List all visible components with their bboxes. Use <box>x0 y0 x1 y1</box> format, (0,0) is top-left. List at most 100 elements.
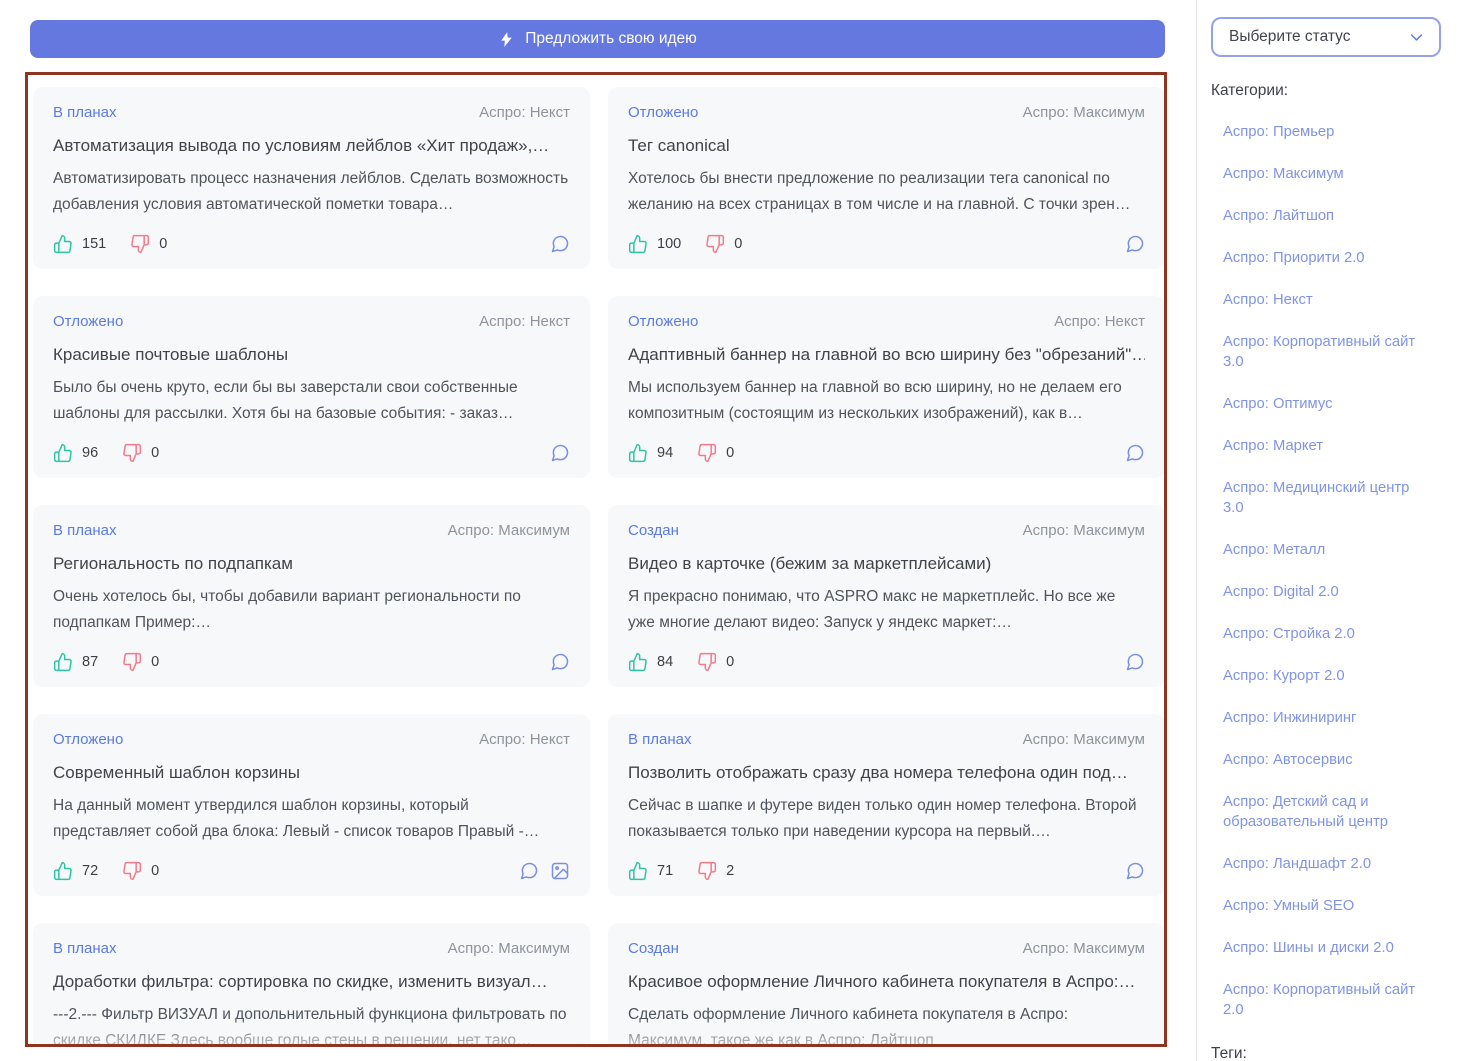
like-count: 72 <box>82 863 99 879</box>
idea-description: Сделать оформление Личного кабинета поку… <box>628 1006 1069 1047</box>
idea-status-link[interactable]: Отложено <box>628 313 698 330</box>
category-link[interactable]: Аспро: Медицинский центр 3.0 <box>1223 478 1423 518</box>
idea-card[interactable]: Отложено Аспро: Некст Красивые почтовые … <box>33 296 590 478</box>
status-filter-select[interactable]: Выберите статус <box>1211 17 1441 57</box>
idea-card[interactable]: В планах Аспро: Максимум Доработки фильт… <box>33 923 590 1047</box>
thumbs-up-icon <box>628 861 648 881</box>
category-link[interactable]: Аспро: Лайтшоп <box>1223 206 1423 226</box>
idea-card-footer: 100 0 <box>628 234 1145 254</box>
category-link[interactable]: Аспро: Детский сад и образовательный цен… <box>1223 792 1423 832</box>
idea-product-label: Аспро: Некст <box>479 731 570 748</box>
dislike-count: 2 <box>726 863 735 879</box>
dislike-button[interactable]: 0 <box>122 652 159 672</box>
idea-title: Современный шаблон корзины <box>53 763 301 782</box>
category-link[interactable]: Аспро: Умный SEO <box>1223 896 1423 916</box>
idea-card[interactable]: В планах Аспро: Максимум Позволить отобр… <box>608 714 1164 896</box>
dislike-button[interactable]: 0 <box>122 861 159 881</box>
idea-card-footer: 72 0 <box>53 861 570 881</box>
idea-product-label: Аспро: Максимум <box>1022 731 1145 748</box>
idea-card[interactable]: Отложено Аспро: Некст Современный шаблон… <box>33 714 590 896</box>
idea-status-link[interactable]: Создан <box>628 940 679 957</box>
status-filter-label: Выберите статус <box>1229 28 1351 45</box>
category-link[interactable]: Аспро: Максимум <box>1223 164 1423 184</box>
idea-description: Мы используем баннер на главной во всю ш… <box>628 379 1122 422</box>
like-button[interactable]: 71 <box>628 861 673 881</box>
category-list: Аспро: Премьер Аспро: Максимум Аспро: Лайт… <box>1211 100 1442 1020</box>
category-link[interactable]: Аспро: Шины и диски 2.0 <box>1223 938 1423 958</box>
like-button[interactable]: 84 <box>628 652 673 672</box>
category-link[interactable]: Аспро: Приорити 2.0 <box>1223 248 1423 268</box>
category-link[interactable]: Аспро: Премьер <box>1223 122 1423 142</box>
like-button[interactable]: 96 <box>53 443 98 463</box>
dislike-button[interactable]: 0 <box>130 234 167 254</box>
idea-status-link[interactable]: В планах <box>53 522 117 539</box>
dislike-button[interactable]: 2 <box>697 861 734 881</box>
thumbs-down-icon <box>705 234 725 254</box>
like-count: 94 <box>657 445 674 461</box>
idea-status-link[interactable]: Отложено <box>53 313 123 330</box>
category-link[interactable]: Аспро: Металл <box>1223 540 1423 560</box>
idea-status-link[interactable]: В планах <box>53 940 117 957</box>
category-link[interactable]: Аспро: Корпоративный сайт 2.0 <box>1223 980 1423 1020</box>
idea-card[interactable]: Отложено Аспро: Некст Адаптивный баннер … <box>608 296 1164 478</box>
idea-product-label: Аспро: Максимум <box>1022 522 1145 539</box>
idea-product-label: Аспро: Некст <box>479 313 570 330</box>
thumbs-up-icon <box>53 443 73 463</box>
like-button[interactable]: 72 <box>53 861 98 881</box>
propose-idea-button[interactable]: Предложить свою идею <box>30 20 1165 58</box>
idea-card[interactable]: Создан Аспро: Максимум Красивое оформлен… <box>608 923 1164 1047</box>
like-button[interactable]: 151 <box>53 234 106 254</box>
comment-bubble-icon[interactable] <box>550 443 570 463</box>
idea-card-footer: 96 0 <box>53 443 570 463</box>
comment-bubble-icon[interactable] <box>550 234 570 254</box>
comment-bubble-icon[interactable] <box>1125 443 1145 463</box>
dislike-button[interactable]: 0 <box>697 443 734 463</box>
like-button[interactable]: 94 <box>628 443 673 463</box>
like-button[interactable]: 87 <box>53 652 98 672</box>
category-link[interactable]: Аспро: Ландшафт 2.0 <box>1223 854 1423 874</box>
category-link[interactable]: Аспро: Курорт 2.0 <box>1223 666 1423 686</box>
comment-bubble-icon[interactable] <box>1125 861 1145 881</box>
comment-bubble-icon[interactable] <box>1125 234 1145 254</box>
category-link[interactable]: Аспро: Инжиниринг <box>1223 708 1423 728</box>
thumbs-down-icon <box>697 861 717 881</box>
category-link[interactable]: Аспро: Оптимус <box>1223 394 1423 414</box>
thumbs-up-icon <box>628 234 648 254</box>
idea-card-header: В планах Аспро: Максимум <box>628 731 1145 748</box>
category-link[interactable]: Аспро: Некст <box>1223 290 1423 310</box>
idea-status-link[interactable]: В планах <box>53 104 117 121</box>
idea-card-header: В планах Аспро: Максимум <box>53 522 570 539</box>
idea-description: ---2.--- Фильтр ВИЗУАЛ и допольнительный… <box>53 1006 567 1047</box>
comment-bubble-icon[interactable] <box>1125 652 1145 672</box>
idea-product-label: Аспро: Максимум <box>447 940 570 957</box>
idea-card-header: Отложено Аспро: Некст <box>53 731 570 748</box>
dislike-button[interactable]: 0 <box>697 652 734 672</box>
idea-card[interactable]: Отложено Аспро: Максимум Тег canonical Х… <box>608 87 1164 269</box>
idea-card[interactable]: В планах Аспро: Некст Автоматизация выво… <box>33 87 590 269</box>
idea-card-header: Отложено Аспро: Максимум <box>628 104 1145 121</box>
idea-status-link[interactable]: В планах <box>628 731 692 748</box>
idea-status-link[interactable]: Отложено <box>53 731 123 748</box>
category-link[interactable]: Аспро: Автосервис <box>1223 750 1423 770</box>
category-link[interactable]: Аспро: Маркет <box>1223 436 1423 456</box>
category-link[interactable]: Аспро: Digital 2.0 <box>1223 582 1423 602</box>
thumbs-down-icon <box>130 234 150 254</box>
thumbs-up-icon <box>628 652 648 672</box>
idea-card[interactable]: В планах Аспро: Максимум Региональность … <box>33 505 590 687</box>
dislike-button[interactable]: 0 <box>122 443 159 463</box>
comment-bubble-icon[interactable] <box>550 652 570 672</box>
idea-status-link[interactable]: Создан <box>628 522 679 539</box>
idea-status-link[interactable]: Отложено <box>628 104 698 121</box>
dislike-button[interactable]: 0 <box>705 234 742 254</box>
like-button[interactable]: 100 <box>628 234 681 254</box>
category-link[interactable]: Аспро: Корпоративный сайт 3.0 <box>1223 332 1423 372</box>
idea-card[interactable]: Создан Аспро: Максимум Видео в карточке … <box>608 505 1164 687</box>
idea-card-grid: В планах Аспро: Некст Автоматизация выво… <box>33 87 1164 1047</box>
chevron-down-icon <box>1407 28 1426 47</box>
idea-title: Красивые почтовые шаблоны <box>53 345 289 364</box>
comment-bubble-icon[interactable] <box>519 861 539 881</box>
idea-product-label: Аспро: Максимум <box>1022 940 1145 957</box>
idea-title: Тег canonical <box>628 136 730 155</box>
category-link[interactable]: Аспро: Стройка 2.0 <box>1223 624 1423 644</box>
idea-title: Доработки фильтра: сортировка по скидке,… <box>53 972 548 991</box>
